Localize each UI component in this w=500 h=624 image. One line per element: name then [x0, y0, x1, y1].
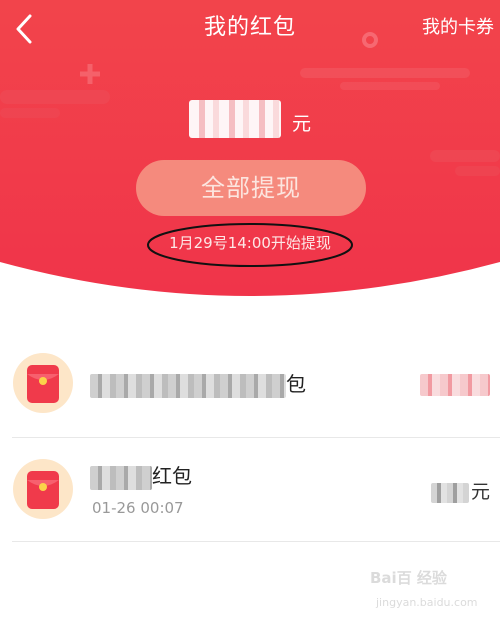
title-redacted [90, 373, 286, 398]
balance-amount-redacted [188, 100, 281, 138]
list-item-date: 01-26 00:07 [92, 499, 184, 517]
list-item-amount: 元 [430, 478, 490, 506]
list-item-title: 包 [90, 370, 306, 398]
amount-redacted [420, 373, 490, 396]
watermark-logo: Bai百 经验 [370, 569, 447, 587]
title-redacted [90, 465, 152, 490]
nav-bar: 我的红包 我的卡券 [0, 0, 500, 58]
list-item-title-suffix: 包 [286, 372, 306, 396]
list-item[interactable]: 红包 01-26 00:07 元 [0, 438, 500, 542]
balance-display: 元 [0, 95, 500, 143]
amount-unit: 元 [470, 481, 490, 503]
balance-unit: 元 [292, 113, 312, 135]
withdraw-all-button[interactable]: 全部提现 [136, 160, 366, 216]
list-item[interactable]: 包 [0, 334, 500, 438]
amount-redacted [430, 482, 469, 503]
watermark-site: jingyan.baidu.com [376, 596, 478, 609]
list-item-title-suffix: 红包 [152, 464, 192, 488]
divider [12, 541, 500, 542]
watermark: Bai百 经验 jingyan.baidu.com [370, 566, 478, 616]
red-envelope-icon [12, 352, 74, 414]
highlight-ellipse [147, 223, 353, 267]
red-envelope-icon [12, 458, 74, 520]
my-cards-link[interactable]: 我的卡券 [422, 14, 494, 42]
list-item-title: 红包 [90, 462, 192, 490]
list-item-amount [420, 370, 490, 398]
